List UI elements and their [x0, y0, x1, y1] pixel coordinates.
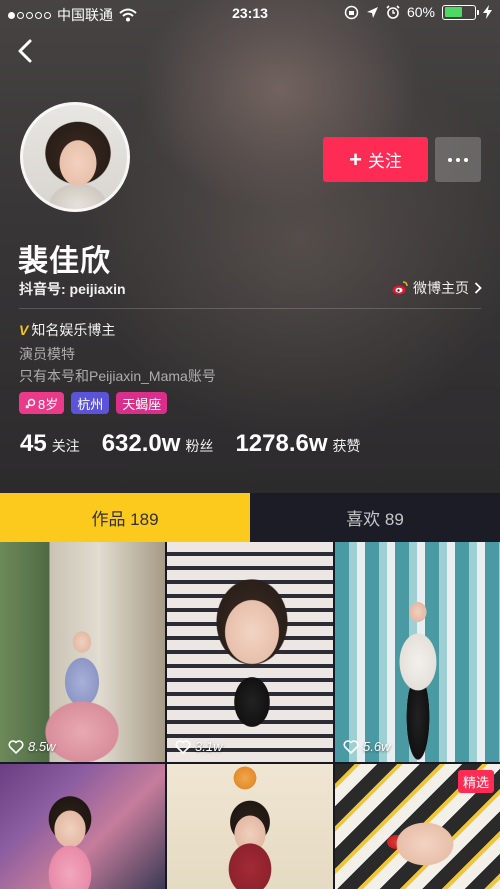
- likes-count: 1278.6w: [235, 430, 328, 457]
- video-thumbnail[interactable]: 3.1w: [167, 542, 333, 762]
- status-bar: 中国联通 23:13 60%: [0, 0, 500, 26]
- follow-button[interactable]: + 关注: [323, 137, 428, 182]
- verification: V 知名娱乐博主: [19, 320, 115, 340]
- verification-text: 知名娱乐博主: [31, 322, 116, 338]
- video-thumbnail[interactable]: 8.5w: [0, 542, 165, 762]
- heart-icon: [343, 739, 359, 754]
- following-label: 关注: [51, 438, 80, 454]
- chevron-left-icon[interactable]: [14, 38, 38, 64]
- orientation-lock-icon: [344, 5, 359, 19]
- video-thumbnail[interactable]: [167, 764, 333, 889]
- profile-name: 裴佳欣: [18, 245, 111, 278]
- battery-percent: 60%: [406, 4, 435, 20]
- female-icon: [25, 398, 36, 408]
- content-tabs: 作品 189 喜欢 89: [0, 493, 500, 542]
- follow-button-label: 关注: [367, 152, 402, 171]
- plus-icon: +: [349, 146, 362, 172]
- followers-label: 粉丝: [185, 438, 214, 454]
- likes-stat: 1278.6w 获赞: [235, 430, 360, 458]
- followers-count: 632.0w: [101, 430, 181, 457]
- tag-zodiac: 天蝎座: [116, 392, 168, 414]
- like-count-text: 8.5w: [28, 739, 56, 754]
- weibo-link-label: 微博主页: [413, 280, 469, 296]
- bio-line-2: 只有本号和Peijiaxin_Mama账号: [19, 368, 216, 384]
- like-count: 8.5w: [8, 739, 55, 754]
- video-grid: 8.5w 3.1w 5.6w 精选: [0, 542, 500, 889]
- like-count-text: 5.6w: [363, 739, 391, 754]
- featured-badge: 精选: [457, 770, 494, 793]
- tab-works[interactable]: 作品 189: [0, 493, 250, 542]
- bio-line-1: 演员模特: [19, 346, 75, 362]
- tag-age: 8岁: [19, 392, 65, 414]
- video-thumbnail[interactable]: 精选: [335, 764, 500, 889]
- battery-icon: [442, 4, 479, 20]
- profile-tags: 8岁 杭州 天蝎座: [19, 392, 168, 414]
- weibo-homepage-link[interactable]: 微博主页: [392, 278, 482, 298]
- like-count-text: 3.1w: [195, 739, 223, 754]
- video-thumbnail[interactable]: [0, 764, 165, 889]
- alarm-icon: [386, 5, 400, 19]
- avatar[interactable]: [20, 102, 130, 212]
- tag-age-label: 8岁: [38, 396, 59, 412]
- more-dots-icon: [448, 157, 452, 162]
- likes-label: 获赞: [332, 438, 361, 454]
- video-thumbnail[interactable]: 5.6w: [335, 542, 500, 762]
- divider: [19, 308, 481, 309]
- verified-v-icon: V: [19, 322, 29, 338]
- like-count: 5.6w: [343, 739, 390, 754]
- weibo-icon: [392, 281, 408, 295]
- battery-fill: [444, 7, 462, 17]
- more-button[interactable]: [435, 137, 481, 182]
- location-icon: [366, 6, 378, 18]
- douyin-id: 抖音号: peijiaxin: [19, 281, 126, 297]
- profile-stats: 45 关注 632.0w 粉丝 1278.6w 获赞: [20, 430, 383, 458]
- following-count: 45: [20, 430, 47, 457]
- status-bar-right: 60%: [344, 4, 492, 20]
- following-stat[interactable]: 45 关注: [20, 430, 80, 458]
- like-count: 3.1w: [175, 739, 222, 754]
- heart-icon: [8, 739, 24, 754]
- tab-liked[interactable]: 喜欢 89: [250, 493, 500, 542]
- tag-city: 杭州: [71, 392, 110, 414]
- chevron-right-icon: [474, 282, 482, 294]
- heart-icon: [175, 739, 191, 754]
- followers-stat[interactable]: 632.0w 粉丝: [102, 430, 214, 458]
- charging-icon: [483, 5, 492, 19]
